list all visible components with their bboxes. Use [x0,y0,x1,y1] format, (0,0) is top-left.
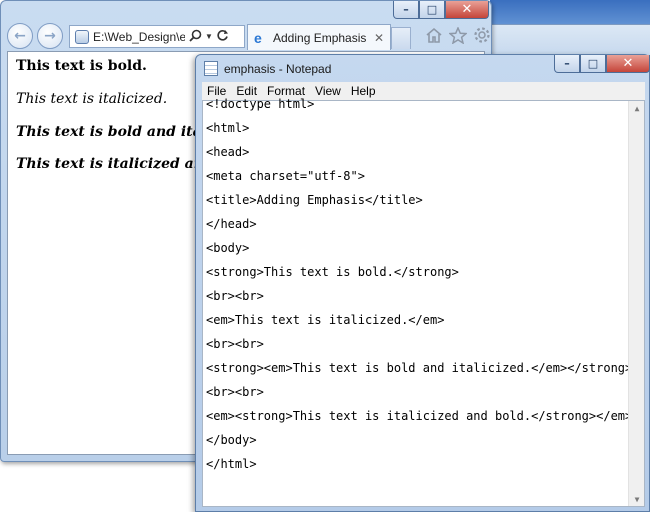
menu-file[interactable]: File [202,84,231,98]
browser-command-icons [425,25,491,49]
scroll-down-arrow-icon[interactable]: ▼ [629,492,645,506]
code-line: <br><br> [206,337,264,351]
notepad-title: emphasis - Notepad [224,61,332,76]
forward-arrow-icon: → [44,28,56,44]
tab-close-icon[interactable]: ✕ [374,31,384,45]
code-line: </body> [206,433,257,447]
code-line: <body> [206,241,250,255]
code-line: </head> [206,217,257,231]
menu-view[interactable]: View [310,84,346,98]
forward-button[interactable]: → [37,23,63,49]
back-button[interactable]: ← [7,23,33,49]
code-line: <html> [206,121,250,135]
background-window-edge [490,24,650,55]
page-icon [75,29,89,44]
notepad-icon [204,61,218,76]
tab-title: Adding Emphasis [273,30,367,45]
code-line: </html> [206,457,257,471]
browser-caption-buttons: – □ ✕ [393,1,489,19]
notepad-text-area[interactable]: <!doctype html> <html> <head> <meta char… [202,97,645,507]
tab-adding-emphasis[interactable]: e Adding Emphasis ✕ [247,24,391,50]
browser-toolbar: ← → E:\Web_Design\en ▼ e Adding Emphasis… [7,23,491,51]
menu-help[interactable]: Help [346,84,381,98]
refresh-icon[interactable] [216,29,229,45]
menu-edit[interactable]: Edit [231,84,262,98]
address-bar-icons: ▼ [189,29,229,45]
code-line: <em>This text is italicized.</em> [206,313,445,327]
star-icon[interactable] [448,25,468,49]
notepad-minimize-button[interactable]: – [554,55,580,73]
notepad-titlebar: emphasis - Notepad [204,61,331,76]
scroll-up-arrow-icon[interactable]: ▲ [629,101,645,115]
browser-close-button[interactable]: ✕ [445,1,489,19]
home-icon[interactable] [425,27,443,49]
code-line: <strong>This text is bold.</strong> [206,265,459,279]
browser-maximize-button[interactable]: □ [419,1,445,19]
ie-logo-icon: e [254,29,262,46]
address-text[interactable]: E:\Web_Design\en [93,30,185,44]
notepad-caption-buttons: – □ ✕ [554,55,650,73]
page-text-italic: This text is italicized. [16,91,168,107]
notepad-close-button[interactable]: ✕ [606,55,650,73]
code-line: <!doctype html> [206,97,315,111]
code-line: <br><br> [206,385,264,399]
code-line: <head> [206,145,250,159]
browser-minimize-button[interactable]: – [393,1,419,19]
gear-icon[interactable] [473,26,491,49]
back-arrow-icon: ← [14,28,26,44]
menu-format[interactable]: Format [262,84,310,98]
code-line: <title>Adding Emphasis</title> [206,193,423,207]
new-tab-button[interactable] [391,27,411,49]
search-icon[interactable] [189,29,202,45]
notepad-maximize-button[interactable]: □ [580,55,606,73]
dropdown-arrow-icon[interactable]: ▼ [205,32,213,41]
code-line: <meta charset="utf-8"> [206,169,365,183]
page-text-bold: This text is bold. [16,58,147,74]
code-line: <strong><em>This text is bold and italic… [206,361,633,375]
vertical-scrollbar[interactable]: ▲ ▼ [628,101,644,506]
notepad-window: emphasis - Notepad – □ ✕ File Edit Forma… [195,54,650,512]
address-bar[interactable]: E:\Web_Design\en ▼ [69,25,245,48]
code-line: <em><strong>This text is italicized and … [206,409,633,423]
code-line: <br><br> [206,289,264,303]
